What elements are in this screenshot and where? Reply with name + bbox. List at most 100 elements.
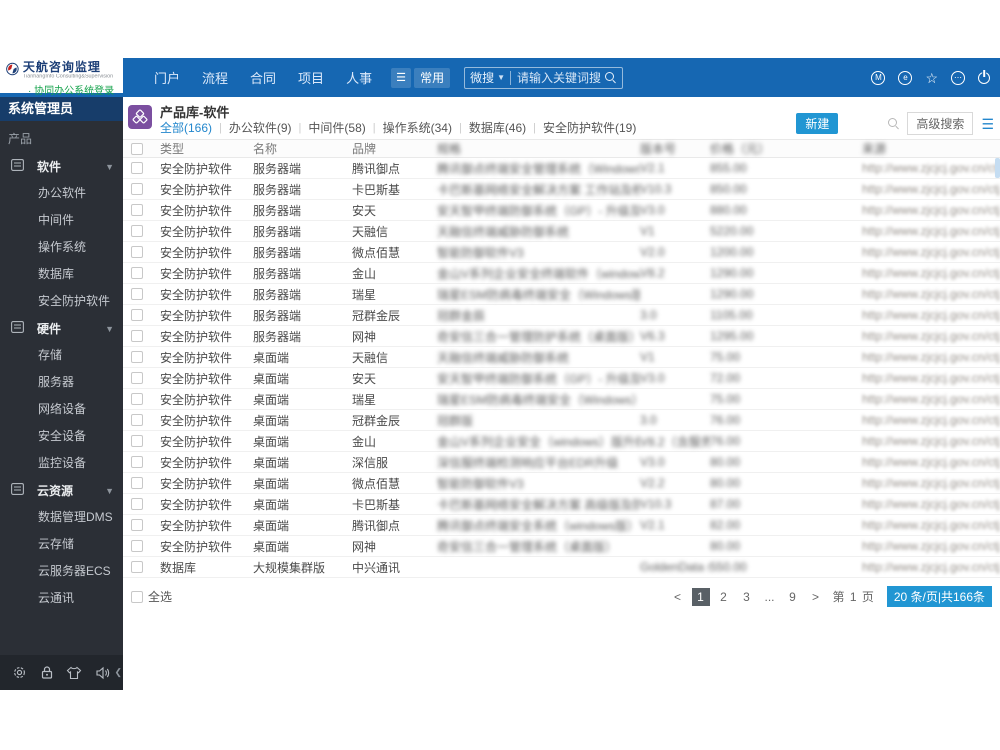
settings-gear-icon[interactable] xyxy=(12,665,27,680)
row-checkbox[interactable] xyxy=(131,204,143,216)
select-all-checkbox[interactable] xyxy=(131,590,143,603)
row-checkbox[interactable] xyxy=(131,351,143,363)
table-row[interactable]: 安全防护软件 桌面端 卡巴斯基 卡巴斯基网络安全解决方案 高级版及防病毒（KES 版本… xyxy=(123,494,1000,515)
tab-2[interactable]: 中间件(58) xyxy=(308,119,365,136)
nav-item-1[interactable]: 流程 xyxy=(191,68,239,87)
search-icon[interactable] xyxy=(605,72,616,83)
sidebar-item-0-3[interactable]: 数据库 xyxy=(0,261,123,288)
table-row[interactable]: 安全防护软件 服务器端 金山 金山V系列企业安全终端软件（windows）及升级服务V… xyxy=(123,263,1000,284)
header-checkbox[interactable] xyxy=(131,142,143,155)
sidebar-item-0-1[interactable]: 中间件 xyxy=(0,207,123,234)
row-checkbox[interactable] xyxy=(131,540,143,552)
table-row[interactable]: 安全防护软件 服务器端 腾讯御点 腾讯御点终端安全管理系统（Windows版）V2.1… xyxy=(123,158,1000,179)
advanced-search-button[interactable]: 高级搜索 xyxy=(907,112,974,135)
m-badge-icon[interactable]: M xyxy=(871,70,886,85)
table-row[interactable]: 安全防护软件 桌面端 网神 奇安信三合一管理系统（桌面版） 80.00 http://ww… xyxy=(123,536,1000,557)
table-row[interactable]: 数据库 大规模集群版 中兴通讯 GoldenData s…550.00 http://w… xyxy=(123,557,1000,578)
search-scope-dropdown[interactable]: 微搜 ▼ xyxy=(465,69,510,86)
scrollbar-thumb[interactable] xyxy=(995,158,1000,178)
row-checkbox[interactable] xyxy=(131,372,143,384)
table-row[interactable]: 安全防护软件 服务器端 微点佰慧 智能防御软件V3 V2.0 1200.00 http://… xyxy=(123,242,1000,263)
pager-page-3[interactable]: 3 xyxy=(738,588,756,606)
row-checkbox[interactable] xyxy=(131,162,143,174)
favorite-star-icon[interactable]: ☆ xyxy=(925,71,938,85)
message-icon[interactable]: e xyxy=(898,70,913,85)
more-ellipsis-icon[interactable]: ⋯ xyxy=(951,70,965,85)
theme-shirt-icon[interactable] xyxy=(66,666,82,680)
pager-page-9[interactable]: 9 xyxy=(784,588,802,606)
sidebar-item-2-0[interactable]: 数据管理DMS xyxy=(0,504,123,531)
tab-5[interactable]: 安全防护软件(19) xyxy=(543,119,636,136)
row-checkbox[interactable] xyxy=(131,456,143,468)
row-checkbox[interactable] xyxy=(131,246,143,258)
tab-0[interactable]: 全部(166) xyxy=(160,119,212,136)
sidebar-item-2-2[interactable]: 云服务器ECS xyxy=(0,558,123,585)
table-row[interactable]: 安全防护软件 服务器端 安天 安天智甲终端防御系统（GP）- 升级及服务V3.0 880… xyxy=(123,200,1000,221)
sidebar-item-0-2[interactable]: 操作系统 xyxy=(0,234,123,261)
collapse-sidebar-icon[interactable]: ❮ xyxy=(114,667,122,678)
nav-item-0[interactable]: 门户 xyxy=(143,68,191,87)
row-checkbox[interactable] xyxy=(131,309,143,321)
row-checkbox[interactable] xyxy=(131,477,143,489)
oa-login-link[interactable]: · 协同办公系统登录 xyxy=(28,82,123,97)
nav-item-4[interactable]: 人事 xyxy=(335,68,383,87)
pager-page-2[interactable]: 2 xyxy=(715,588,733,606)
table-row[interactable]: 安全防护软件 桌面端 金山 金山V系列企业安全（windows）版升级 V8.2（含服务… xyxy=(123,431,1000,452)
pager-next[interactable]: > xyxy=(807,588,825,606)
pager-prev[interactable]: < xyxy=(669,588,687,606)
new-button[interactable]: 新建 xyxy=(796,113,839,134)
table-row[interactable]: 安全防护软件 桌面端 腾讯御点 腾讯御点终端安全系统（windows版）（V2.1）V… xyxy=(123,515,1000,536)
table-row[interactable]: 安全防护软件 桌面端 瑞星 瑞星ESM防病毒终端安全（Windows）及升级版 75.0… xyxy=(123,389,1000,410)
tab-1[interactable]: 办公软件(9) xyxy=(229,119,292,136)
row-checkbox[interactable] xyxy=(131,393,143,405)
table-row[interactable]: 安全防护软件 服务器端 瑞星 瑞星ESM防病毒终端安全（Windows版）及升级服务 1… xyxy=(123,284,1000,305)
row-checkbox[interactable] xyxy=(131,519,143,531)
apps-menu-icon[interactable]: ☰ xyxy=(391,67,412,88)
table-search-icon[interactable] xyxy=(888,118,899,129)
nav-item-3[interactable]: 项目 xyxy=(287,68,335,87)
row-checkbox[interactable] xyxy=(131,435,143,447)
row-checkbox[interactable] xyxy=(131,288,143,300)
sidebar-item-2-3[interactable]: 云通讯 xyxy=(0,585,123,612)
search-input[interactable]: 请输入关键词搜 xyxy=(511,69,603,86)
list-view-icon[interactable]: ☰ xyxy=(981,117,994,131)
table-row[interactable]: 安全防护软件 服务器端 天融信 天融信终端威胁防御系统 V1 5220.00 http://… xyxy=(123,221,1000,242)
table-row[interactable]: 安全防护软件 服务器端 卡巴斯基 卡巴斯基网络安全解决方案 工作站及移动终端（KES … xyxy=(123,179,1000,200)
table-row[interactable]: 安全防护软件 桌面端 安天 安天智甲终端防御系统（GP）- 升级及服务V3.0 72.0… xyxy=(123,368,1000,389)
power-logout-icon[interactable] xyxy=(978,72,990,84)
sidebar-item-1-3[interactable]: 安全设备 xyxy=(0,423,123,450)
cell-spec: 深信服终端检测响应平台EDR升级 xyxy=(437,455,619,470)
table-row[interactable]: 安全防护软件 桌面端 冠群金辰 冠群版 3.0 76.00 http://www.zjcjc… xyxy=(123,410,1000,431)
table-row[interactable]: 安全防护软件 服务器端 网神 奇安信三合一管理防护系统（桌面版） V6.3 1295.00… xyxy=(123,326,1000,347)
lock-icon[interactable] xyxy=(40,665,54,680)
tab-3[interactable]: 操作系统(34) xyxy=(383,119,452,136)
cell-price: 880.00 xyxy=(710,203,747,217)
table-row[interactable]: 安全防护软件 服务器端 冠群金辰 冠群金辰 3.0 1105.00 http://www.z… xyxy=(123,305,1000,326)
sidebar-item-0-0[interactable]: 办公软件 xyxy=(0,180,123,207)
row-checkbox[interactable] xyxy=(131,498,143,510)
row-checkbox[interactable] xyxy=(131,561,143,573)
sidebar-group-2[interactable]: 云资源 ▼ xyxy=(0,477,123,504)
table-row[interactable]: 安全防护软件 桌面端 天融信 天融信终端威胁防御系统 V1 75.00 http://www… xyxy=(123,347,1000,368)
pager-page-1[interactable]: 1 xyxy=(691,587,710,606)
sidebar-item-1-2[interactable]: 网络设备 xyxy=(0,396,123,423)
cell-price: 80.00 xyxy=(710,455,741,469)
sidebar-item-1-4[interactable]: 监控设备 xyxy=(0,450,123,477)
frequent-button[interactable]: 常用 xyxy=(414,67,451,88)
tab-4[interactable]: 数据库(46) xyxy=(469,119,526,136)
nav-item-2[interactable]: 合同 xyxy=(239,68,287,87)
volume-speaker-icon[interactable] xyxy=(95,666,111,680)
row-checkbox[interactable] xyxy=(131,225,143,237)
sidebar-item-1-0[interactable]: 存储 xyxy=(0,342,123,369)
row-checkbox[interactable] xyxy=(131,414,143,426)
sidebar-item-2-1[interactable]: 云存储 xyxy=(0,531,123,558)
row-checkbox[interactable] xyxy=(131,330,143,342)
sidebar-item-1-1[interactable]: 服务器 xyxy=(0,369,123,396)
sidebar-group-1[interactable]: 硬件 ▼ xyxy=(0,315,123,342)
sidebar-group-0[interactable]: 软件 ▼ xyxy=(0,153,123,180)
table-row[interactable]: 安全防护软件 桌面端 深信服 深信服终端检测响应平台EDR升级 V3.0 80.00 htt… xyxy=(123,452,1000,473)
sidebar-item-0-4[interactable]: 安全防护软件 xyxy=(0,288,123,315)
row-checkbox[interactable] xyxy=(131,183,143,195)
table-row[interactable]: 安全防护软件 桌面端 微点佰慧 智能防御软件V3 V2.2 80.00 http://www… xyxy=(123,473,1000,494)
row-checkbox[interactable] xyxy=(131,267,143,279)
